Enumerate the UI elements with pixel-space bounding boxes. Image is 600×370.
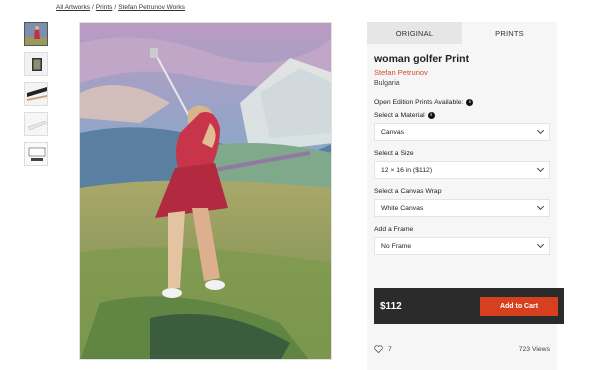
size-label: Select a Size	[374, 150, 414, 157]
artwork-image[interactable]	[79, 22, 332, 360]
thumbnail-framed-image	[25, 53, 47, 75]
info-icon[interactable]: i	[466, 99, 474, 106]
material-select[interactable]: Canvas	[374, 123, 550, 141]
canvas-wrap-label: Select a Canvas Wrap	[374, 188, 442, 195]
tabs: ORIGINAL PRINTS	[367, 22, 557, 44]
frame-select[interactable]: No Frame	[374, 237, 550, 255]
thumbnail-side-view-image	[25, 83, 47, 105]
frame-label-row: Add a Frame	[374, 226, 550, 233]
size-select-value: 12 × 16 in ($112)	[381, 166, 433, 174]
thumbnail-room-view[interactable]	[24, 142, 48, 166]
chevron-down-icon	[536, 164, 545, 173]
purchase-panel: ORIGINAL PRINTS woman golfer Print Stefa…	[367, 22, 564, 370]
material-label: Select a Material	[374, 112, 425, 119]
artist-link[interactable]: Stefan Petrunov	[374, 68, 550, 77]
chevron-down-icon	[536, 126, 545, 135]
stats-row: 7 723 Views	[374, 345, 550, 353]
tab-prints[interactable]: PRINTS	[462, 22, 557, 44]
tab-original[interactable]: ORIGINAL	[367, 22, 462, 44]
frame-select-value: No Frame	[381, 242, 412, 250]
canvas-wrap-select[interactable]: White Canvas	[374, 199, 550, 217]
views-count: 723 Views	[518, 345, 550, 353]
woman-golfer-painting	[80, 23, 331, 359]
breadcrumb-separator: /	[114, 4, 117, 11]
thumbnail-painting[interactable]	[24, 22, 48, 46]
thumbnail-angled-view[interactable]	[24, 112, 48, 136]
thumbnail-angled-view-image	[25, 113, 47, 135]
size-select[interactable]: 12 × 16 in ($112)	[374, 161, 550, 179]
material-select-value: Canvas	[381, 128, 405, 136]
wrap-label-row: Select a Canvas Wrap	[374, 188, 550, 195]
breadcrumb-artist-works[interactable]: Stefan Petrunov Works	[118, 4, 185, 11]
chevron-down-icon	[536, 202, 545, 211]
canvas-wrap-select-value: White Canvas	[381, 204, 424, 212]
thumbnail-painting-image	[25, 23, 47, 45]
thumbnail-side-view[interactable]	[24, 82, 48, 106]
chevron-down-icon	[536, 240, 545, 249]
breadcrumb-prints[interactable]: Prints	[96, 4, 113, 11]
breadcrumb-all-artworks[interactable]: All Artworks	[56, 4, 90, 11]
breadcrumb: All Artworks / Prints / Stefan Petrunov Work…	[56, 4, 185, 11]
breadcrumb-separator: /	[91, 4, 94, 11]
artist-country: Bulgaria	[374, 80, 400, 87]
material-label-row: Select a Material i	[374, 112, 550, 119]
availability-label: Open Edition Prints Available:	[374, 99, 464, 106]
add-to-cart-button[interactable]: Add to Cart	[480, 296, 558, 316]
likes: 7	[374, 345, 392, 353]
artwork-title: woman golfer Print	[374, 53, 470, 65]
thumbnail-framed[interactable]	[24, 52, 48, 76]
thumbnail-strip	[24, 22, 49, 172]
availability-label-row: Open Edition Prints Available: i	[374, 99, 550, 106]
heart-icon[interactable]	[374, 345, 383, 353]
price: $112	[380, 300, 402, 312]
frame-label: Add a Frame	[374, 226, 414, 233]
price-bar: $112 Add to Cart	[374, 288, 564, 324]
info-icon[interactable]: i	[427, 112, 435, 119]
size-label-row: Select a Size	[374, 150, 550, 157]
likes-count: 7	[388, 345, 392, 353]
thumbnail-room-view-image	[25, 143, 47, 165]
